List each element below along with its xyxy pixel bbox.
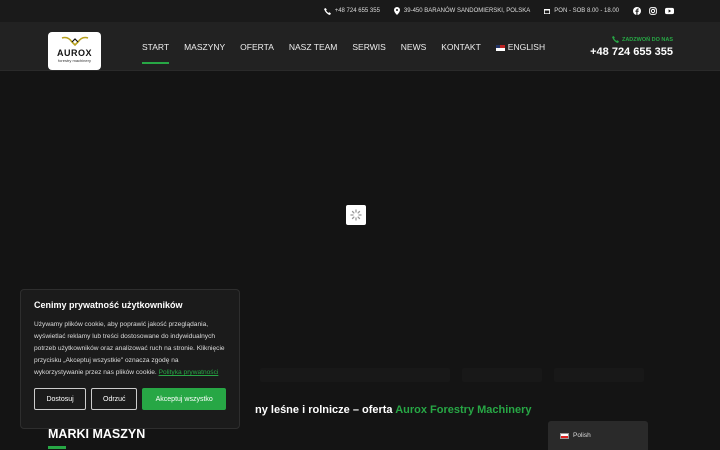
cookie-title: Cenimy prywatność użytkowników [34,300,183,310]
youtube-icon[interactable] [665,7,674,15]
page-headline: ny leśne i rolnicze – oferta Aurox Fores… [255,404,532,416]
us-flag-icon [495,44,505,51]
cookie-consent-banner: Cenimy prywatność użytkowników Używamy p… [20,289,240,429]
instagram-icon[interactable] [649,7,657,15]
cookie-body: Używamy plików cookie, aby poprawić jako… [34,321,225,376]
nav-news[interactable]: NEWS [401,42,427,64]
site-logo[interactable]: AUROX forestry machinery [48,32,101,70]
facebook-icon[interactable] [633,7,641,15]
loading-icon [350,209,362,221]
nav-english-label: ENGLISH [507,42,546,52]
headline-brand: Aurox Forestry Machinery [395,404,532,416]
nav-kontakt[interactable]: KONTAKT [441,42,481,64]
call-label: ZADZWOŃ DO NAS [590,36,673,43]
topbar-phone-text: +48 724 655 355 [334,8,380,14]
top-bar: +48 724 655 355 39-450 BARANÓW SANDOMIER… [0,0,720,22]
topbar-address: 39-450 BARANÓW SANDOMIERSKI, POLSKA [393,7,531,15]
language-current: Polish [573,432,591,439]
placeholder-bar [554,368,644,382]
customize-button[interactable]: Dostosuj [34,388,87,410]
call-phone[interactable]: +48 724 655 355 [590,46,673,58]
nav-nasz-team[interactable]: NASZ TEAM [289,42,338,64]
nav-start[interactable]: START [142,42,170,64]
call-box[interactable]: ZADZWOŃ DO NAS +48 724 655 355 [590,36,673,58]
nav-oferta[interactable]: OFERTA [240,42,274,64]
topbar-address-text: 39-450 BARANÓW SANDOMIERSKI, POLSKA [403,8,531,14]
topbar-hours-text: PON - SOB 8.00 - 18.00 [554,8,619,14]
logo-brand: AUROX [56,47,92,58]
loading-spinner [346,205,366,225]
nav-english[interactable]: ENGLISH [495,42,546,64]
accept-all-button[interactable]: Akceptuj wszystko [142,388,226,410]
topbar-phone[interactable]: +48 724 655 355 [323,7,380,15]
logo-tagline: forestry machinery [58,57,91,63]
topbar-hours: PON - SOB 8.00 - 18.00 [544,8,619,14]
phone-icon [323,7,331,15]
main-navigation: START MASZYNY OFERTA NASZ TEAM SERWIS NE… [142,42,560,64]
call-label-text: ZADZWOŃ DO NAS [621,36,673,43]
nav-maszyny[interactable]: MASZYNY [184,42,225,64]
privacy-policy-link[interactable]: Polityka prywatności [159,369,219,376]
main-header: AUROX forestry machinery START MASZYNY O… [0,22,720,71]
logo-emblem-icon [61,36,88,46]
cookie-text: Używamy plików cookie, aby poprawić jako… [34,319,226,379]
headline-text: ny leśne i rolnicze – oferta [255,404,396,416]
section-title-underline [48,446,66,449]
placeholder-bar [260,368,450,382]
cookie-buttons: Dostosuj Odrzuć Akceptuj wszystko [34,388,226,410]
language-switcher[interactable]: Polish [548,421,648,450]
nav-serwis[interactable]: SERWIS [352,42,385,64]
location-pin-icon [393,7,400,15]
placeholder-bar [462,368,542,382]
brands-section-title: MARKI MASZYN [48,427,146,441]
faint-placeholder-bars [260,368,644,382]
calendar-icon [544,9,551,14]
polish-flag-icon [560,432,569,439]
social-links [633,7,674,15]
phone-icon [611,36,619,43]
reject-button[interactable]: Odrzuć [91,388,138,410]
